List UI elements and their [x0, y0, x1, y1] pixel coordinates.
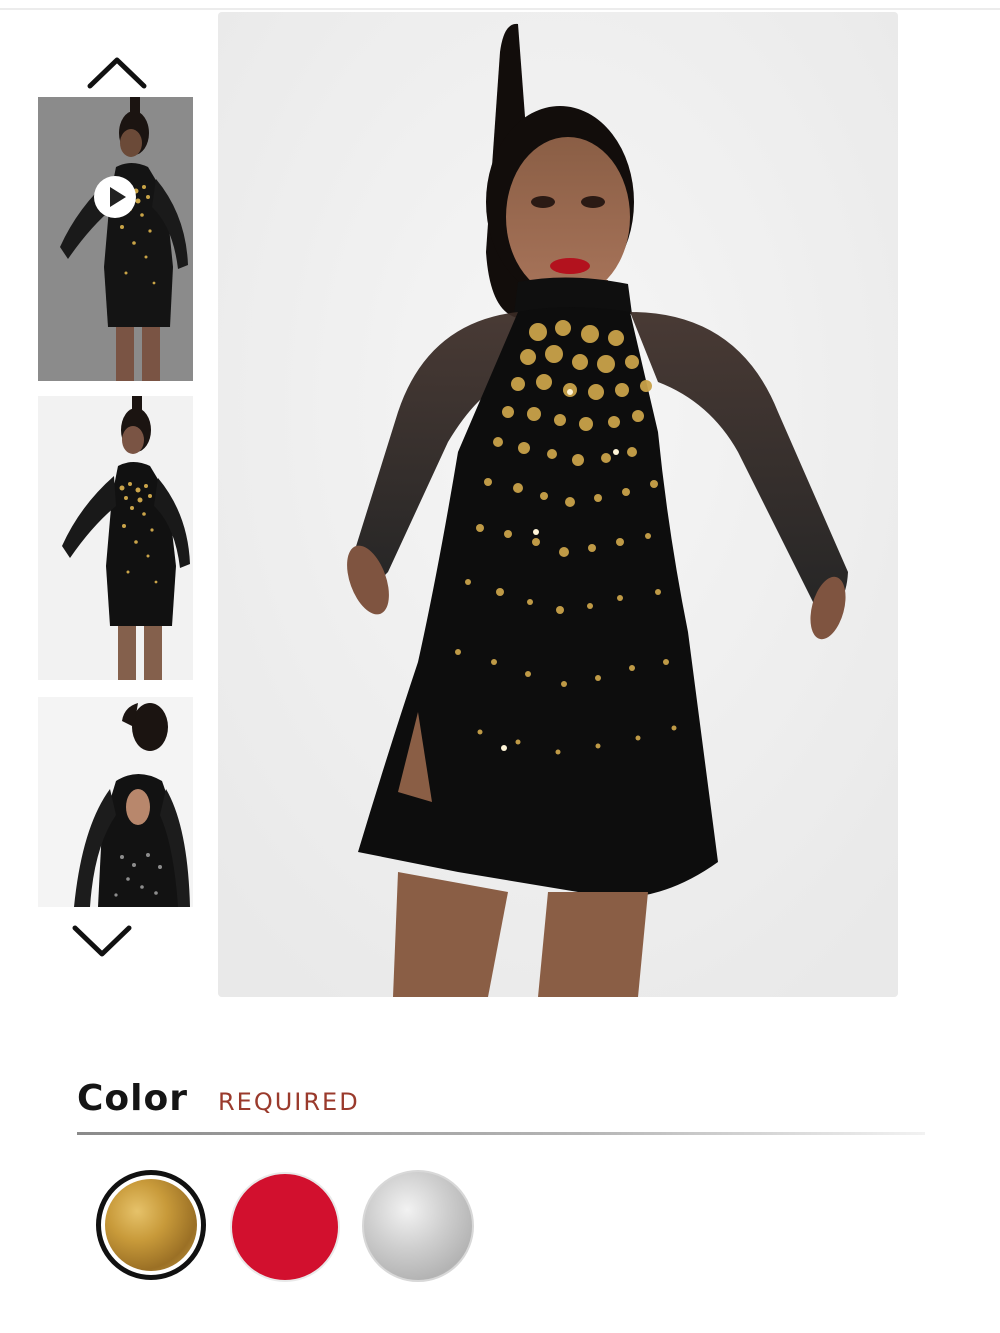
header-divider	[0, 8, 1000, 10]
thumbnail-scroll-up-button[interactable]	[87, 52, 147, 92]
required-label: REQUIRED	[217, 1088, 360, 1116]
color-label: Color	[77, 1078, 188, 1119]
thumbnail-scroll-down-button[interactable]	[72, 922, 132, 962]
main-product-image[interactable]	[218, 12, 898, 997]
chevron-up-icon	[87, 57, 147, 89]
color-divider	[77, 1132, 925, 1135]
play-video-icon	[94, 176, 136, 218]
color-selector-header: Color REQUIRED	[77, 1078, 360, 1119]
thumbnail-video-front[interactable]	[38, 97, 193, 381]
thumbnail-back-view[interactable]	[38, 697, 193, 907]
chevron-down-icon	[72, 925, 132, 957]
thumbnail-front-view[interactable]	[38, 396, 193, 680]
color-swatch-red[interactable]	[230, 1172, 340, 1282]
color-swatch-gold[interactable]	[96, 1170, 206, 1280]
gold-swatch-fill	[105, 1179, 197, 1271]
color-swatch-silver[interactable]	[362, 1170, 474, 1282]
